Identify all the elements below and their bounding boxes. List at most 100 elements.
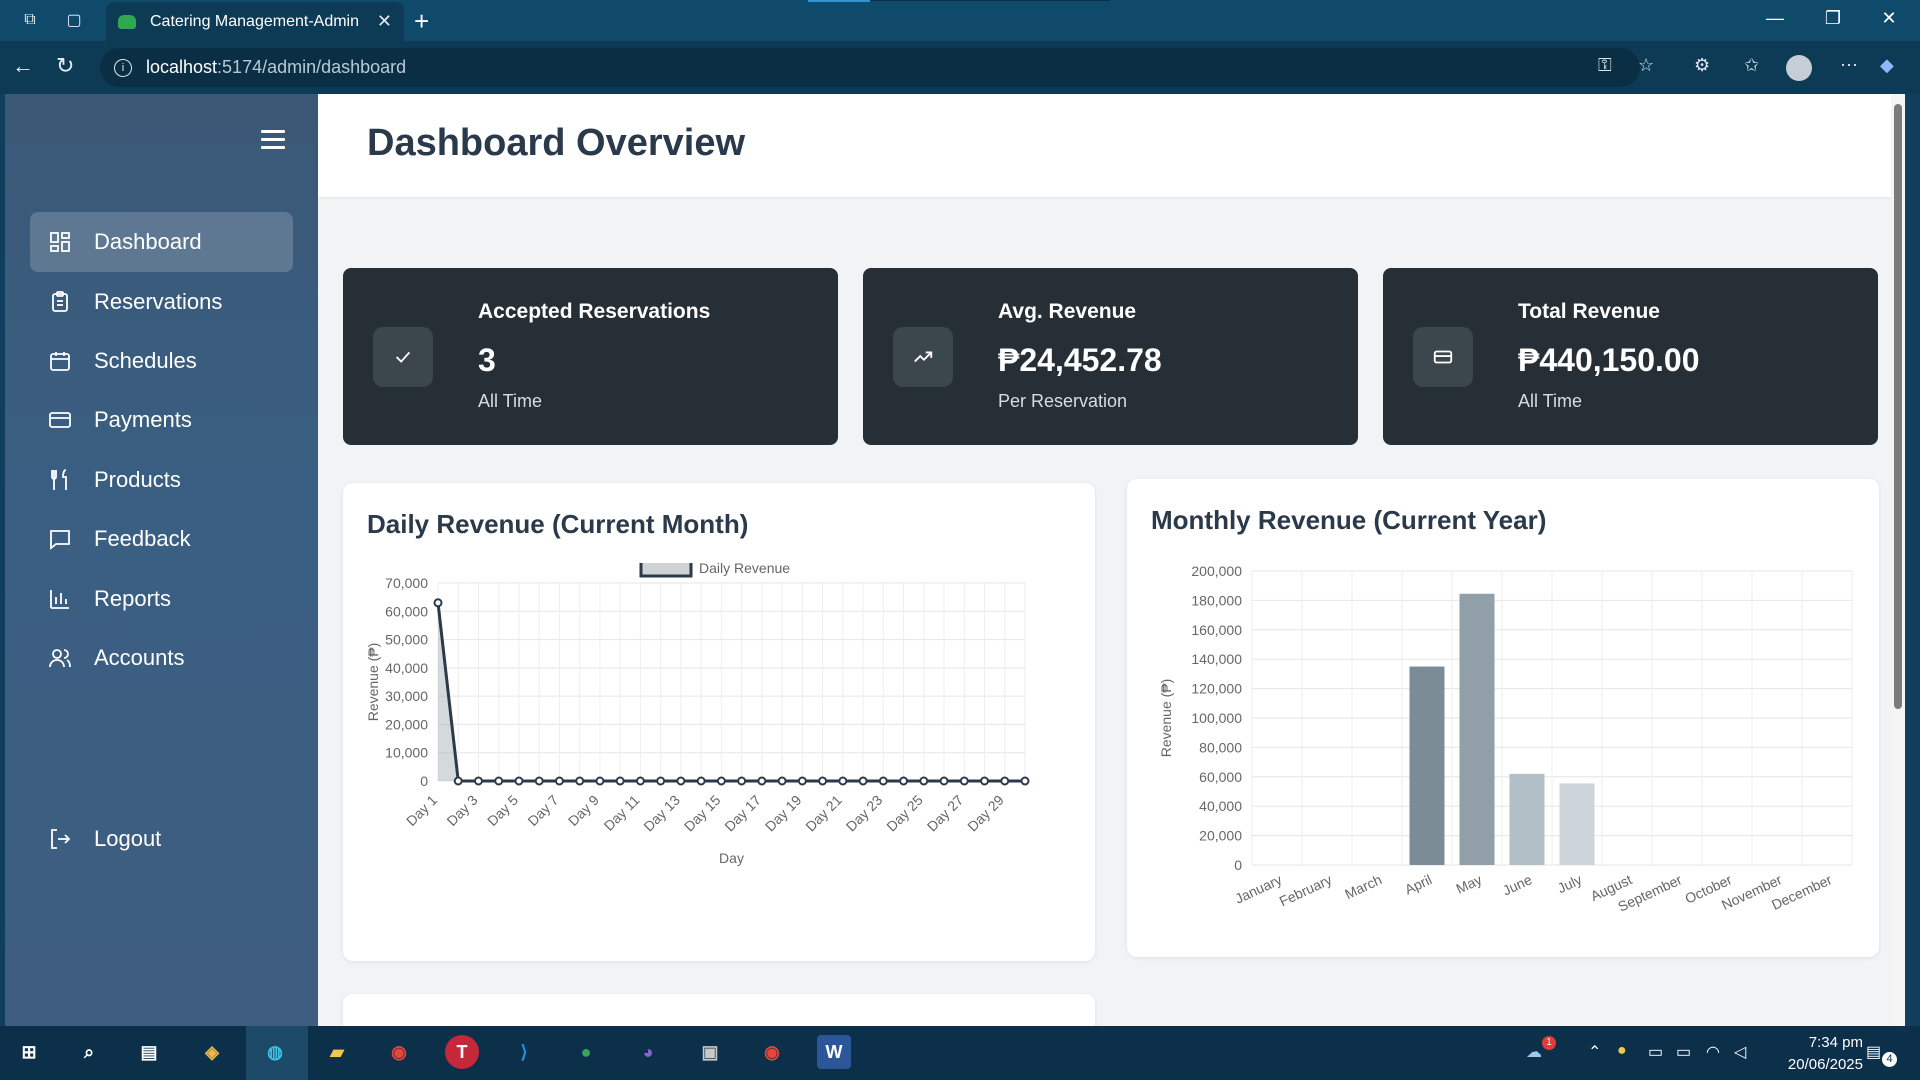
- scrollbar[interactable]: [1891, 94, 1905, 1026]
- data-point: [797, 776, 807, 786]
- weather-icon[interactable]: ☁: [1526, 1042, 1542, 1062]
- wifi-icon[interactable]: ◠: [1706, 1042, 1720, 1062]
- sidebar-item-payments[interactable]: Payments: [30, 390, 293, 450]
- sidebar-item-label: Feedback: [94, 526, 191, 551]
- task-view-icon[interactable]: ▤: [132, 1035, 166, 1069]
- restore-icon[interactable]: ❐: [1810, 8, 1856, 29]
- x-tick-label: Day 17: [721, 792, 764, 835]
- site-info-icon[interactable]: i: [114, 58, 132, 77]
- data-point: [534, 776, 544, 786]
- clipboard-icon: [48, 290, 72, 314]
- notifications-icon[interactable]: ▤: [1866, 1042, 1881, 1062]
- credit-card-icon: [48, 408, 72, 432]
- favicon-icon: [118, 14, 136, 29]
- refresh-icon[interactable]: ↻: [56, 53, 74, 79]
- search-icon[interactable]: ⌕: [72, 1035, 106, 1069]
- minimize-icon[interactable]: —: [1752, 8, 1798, 29]
- tab-actions-icon[interactable]: ▢: [64, 10, 84, 30]
- logout-icon: [48, 827, 72, 851]
- series-line: [436, 602, 1025, 783]
- data-point: [919, 776, 929, 786]
- y-tick-label: 50,000: [385, 632, 428, 648]
- key-icon[interactable]: ⚿: [1598, 55, 1612, 76]
- more-options-icon[interactable]: ⋯: [1840, 55, 1858, 76]
- x-tick-label: Day 7: [524, 792, 561, 829]
- sidebar-item-products[interactable]: Products: [30, 450, 293, 510]
- x-tick-label: February: [1277, 871, 1335, 909]
- chrome-icon[interactable]: ◉: [382, 1035, 416, 1069]
- favorite-star-icon[interactable]: ☆: [1638, 55, 1654, 76]
- x-tick-label: April: [1402, 871, 1434, 897]
- browser-tab[interactable]: Catering Management-Admin ✕: [106, 2, 404, 41]
- back-icon[interactable]: ←: [12, 53, 34, 79]
- meet-icon[interactable]: ▭: [1648, 1042, 1663, 1062]
- chart-title: Monthly Revenue (Current Year): [1151, 505, 1547, 535]
- x-tick-label: June: [1500, 871, 1534, 898]
- daily-revenue-chart: Daily Revenue 70,000 60,000 50,000 40,000 30,…: [365, 563, 1030, 866]
- volume-icon[interactable]: ◁: [1734, 1042, 1746, 1062]
- new-tab-icon[interactable]: +: [414, 6, 429, 37]
- favorites-icon[interactable]: ✩: [1744, 55, 1759, 76]
- chrome-profile-icon[interactable]: ◉: [755, 1035, 789, 1069]
- start-icon[interactable]: ⊞: [12, 1035, 46, 1069]
- y-tick-label: 10,000: [385, 745, 428, 761]
- sidebar-item-label: Accounts: [94, 645, 185, 670]
- sidebar-item-dashboard[interactable]: Dashboard: [30, 212, 293, 272]
- app-t-icon[interactable]: T: [445, 1035, 479, 1069]
- url-field[interactable]: i localhost:5174/admin/dashboard: [100, 48, 1640, 87]
- clock[interactable]: 7:34 pm 20/06/2025: [1768, 1032, 1863, 1076]
- data-point: [433, 598, 443, 608]
- y-tick-label: 180,000: [1191, 592, 1242, 608]
- file-explorer-icon[interactable]: ▰: [320, 1035, 354, 1069]
- data-point: [473, 776, 483, 786]
- data-point: [899, 776, 909, 786]
- sidebar-item-reservations[interactable]: Reservations: [30, 272, 293, 332]
- data-point: [757, 776, 767, 786]
- sidebar-item-schedules[interactable]: Schedules: [30, 331, 293, 391]
- copilot-icon[interactable]: ◆: [1880, 55, 1894, 76]
- sidebar-item-feedback[interactable]: Feedback: [30, 509, 293, 569]
- extensions-icon[interactable]: ⚙: [1694, 55, 1710, 76]
- tray-app-icon[interactable]: ●: [1617, 1042, 1627, 1060]
- word-icon[interactable]: W: [817, 1035, 851, 1069]
- url-path: :5174/admin/dashboard: [217, 57, 407, 77]
- sidebar-item-accounts[interactable]: Accounts: [30, 628, 293, 688]
- mongodb-icon[interactable]: ●: [569, 1035, 603, 1069]
- vscode-icon[interactable]: ⟩: [507, 1035, 541, 1069]
- x-tick-label: Day 25: [883, 792, 926, 835]
- show-hidden-icons-icon[interactable]: ⌃: [1588, 1042, 1601, 1062]
- battery-icon[interactable]: ▭: [1676, 1042, 1691, 1062]
- stat-label: Accepted Reservations: [478, 300, 711, 323]
- hamburger-menu-icon[interactable]: [261, 130, 285, 150]
- sidebar-item-reports[interactable]: Reports: [30, 569, 293, 629]
- stat-value: ₱440,150.00: [1518, 342, 1700, 378]
- scrollbar-thumb[interactable]: [1894, 104, 1902, 709]
- data-point: [939, 776, 949, 786]
- data-point: [615, 776, 625, 786]
- stat-sub: Per Reservation: [998, 391, 1128, 411]
- data-point: [494, 776, 504, 786]
- store-icon[interactable]: ▣: [693, 1035, 727, 1069]
- x-tick-label: Day 13: [640, 792, 683, 835]
- credit-card-icon: [1413, 327, 1473, 387]
- legend-swatch: [639, 563, 693, 578]
- main-content: Dashboard Overview Accepted Reservations…: [318, 94, 1905, 1026]
- y-tick-label: 0: [420, 773, 428, 789]
- edge-icon[interactable]: ◍: [258, 1035, 292, 1069]
- x-tick-label: Day 23: [843, 792, 886, 835]
- close-window-icon[interactable]: ✕: [1866, 8, 1912, 29]
- data-point: [858, 776, 868, 786]
- clock-time: 7:34 pm: [1808, 1034, 1863, 1051]
- x-tick-label: May: [1454, 871, 1485, 897]
- logout-button[interactable]: Logout: [30, 809, 293, 869]
- sidebar-item-label: Products: [94, 467, 181, 492]
- close-tab-icon[interactable]: ✕: [377, 11, 392, 32]
- profile-avatar[interactable]: [1786, 55, 1812, 81]
- utensils-icon: [48, 468, 72, 492]
- copilot-taskbar-icon[interactable]: ◈: [195, 1035, 229, 1069]
- workspaces-icon[interactable]: ⧉: [20, 10, 40, 30]
- y-tick-label: 60,000: [1199, 769, 1242, 785]
- data-point: [1000, 776, 1010, 786]
- y-tick-label: 200,000: [1191, 563, 1242, 579]
- github-icon[interactable]: ◕: [631, 1035, 665, 1069]
